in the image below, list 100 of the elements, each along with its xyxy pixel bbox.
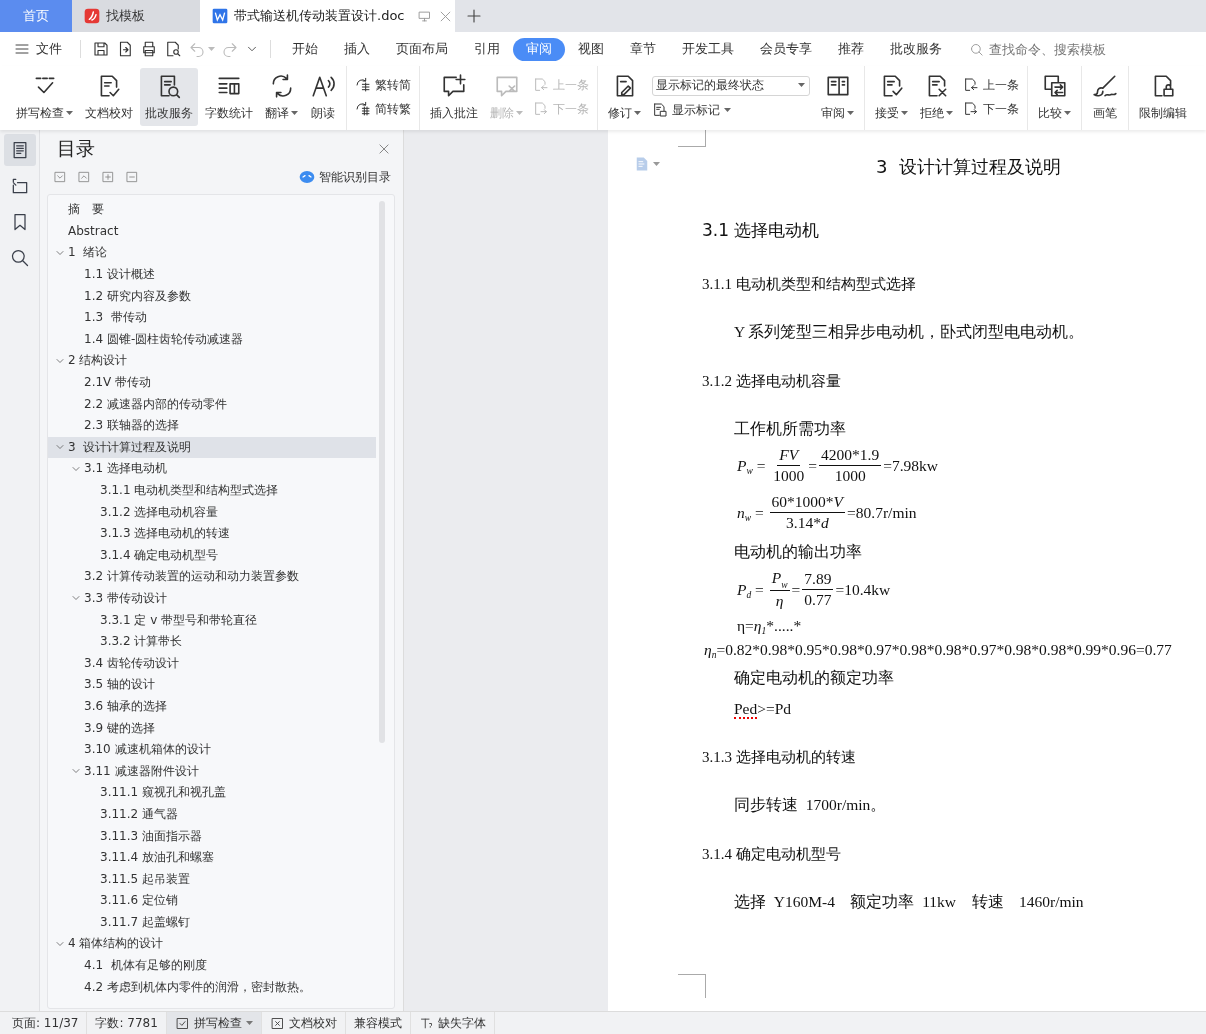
chevron-down-icon[interactable] <box>53 170 67 184</box>
paragraph: 确定电动机的额定功率 <box>734 668 895 688</box>
ribbon-tab[interactable]: 引用 <box>461 37 513 61</box>
next-icon <box>533 101 549 117</box>
save-icon <box>92 40 110 58</box>
status-text: 兼容模式 <box>345 1012 411 1034</box>
minus-icon[interactable] <box>125 170 139 184</box>
ribbon-tab[interactable]: 视图 <box>565 37 617 61</box>
outline-item[interactable]: 3.9 键的选择 <box>48 717 376 739</box>
outline-item[interactable]: 3.3 带传动设计 <box>48 587 376 610</box>
ribbon-tab[interactable]: 推荐 <box>825 37 877 61</box>
ribbon-tab[interactable]: 章节 <box>617 37 669 61</box>
outline-item[interactable]: 3.11.3 油面指示器 <box>48 825 376 847</box>
menu-icon <box>14 41 30 57</box>
outline-item[interactable]: 3.11.2 通气器 <box>48 803 376 826</box>
markup-state-dropdown[interactable]: 显示标记的最终状态 <box>652 75 810 96</box>
ribbon-button[interactable]: 接受 <box>870 68 913 126</box>
outline-item[interactable]: 3.6 轴承的选择 <box>48 695 376 718</box>
outline-item[interactable]: 3.11.5 起吊装置 <box>48 868 376 890</box>
tab[interactable]: 带式输送机传动装置设计.doc <box>200 0 455 32</box>
outline-item[interactable]: 1.1 设计概述 <box>48 263 376 286</box>
outline-item[interactable]: 3.11.7 起盖螺钉 <box>48 911 376 934</box>
outline-item[interactable]: 2 结构设计 <box>48 350 376 372</box>
outline-item[interactable]: 3.11.6 定位销 <box>48 890 376 912</box>
tab-label: 带式输送机传动装置设计.doc <box>234 7 405 25</box>
ribbon-button[interactable]: 比较 <box>1033 68 1076 126</box>
ribbon-tab[interactable]: 批改服务 <box>877 37 955 61</box>
ribbon-button[interactable]: 画笔 <box>1087 68 1123 126</box>
undo-icon <box>188 40 206 58</box>
outline-item[interactable]: 3.2 计算传动装置的运动和动力装置参数 <box>48 566 376 588</box>
chevron-up-icon[interactable] <box>77 170 91 184</box>
ribbon-button[interactable]: 下一条 <box>963 100 1019 118</box>
outline-item[interactable]: Abstract <box>48 220 376 243</box>
ribbon-button[interactable]: 翻译 <box>260 68 303 126</box>
outline-item[interactable]: 4.2 考虑到机体内零件的润滑，密封散热。 <box>48 976 376 998</box>
outline-item[interactable]: 2.3 联轴器的选择 <box>48 414 376 437</box>
outline-item[interactable]: 3.11.4 放油孔和螺塞 <box>48 846 376 869</box>
close-icon <box>377 142 391 156</box>
markup-icon <box>652 102 668 118</box>
ribbon-tab[interactable]: 页面布局 <box>383 37 461 61</box>
status-button[interactable]: 文档校对 <box>261 1012 346 1034</box>
sidebar-tab[interactable] <box>3 134 36 166</box>
close-button[interactable] <box>377 142 391 156</box>
smart-toc-button[interactable]: 智能识别目录 <box>299 168 391 186</box>
ribbon-button[interactable]: 批改服务 <box>140 68 198 126</box>
outline-item[interactable]: 3.4 齿轮传动设计 <box>48 652 376 675</box>
ribbon-tab[interactable]: 插入 <box>331 37 383 61</box>
outline-item[interactable]: 1 绪论 <box>48 242 376 264</box>
document-icon <box>212 8 228 24</box>
outline-item[interactable]: 2.1V 带传动 <box>48 371 376 394</box>
paragraph-menu-button[interactable] <box>635 157 660 171</box>
ribbon-button[interactable]: 修订 <box>603 68 646 126</box>
outline-item[interactable]: 4 箱体结构的设计 <box>48 933 376 955</box>
outline-item[interactable]: 3.1 选择电动机 <box>48 458 376 480</box>
outline-item[interactable]: 4.1 机体有足够的刚度 <box>48 954 376 977</box>
logo-icon <box>84 8 100 24</box>
outline-item[interactable]: 1.3 带传动 <box>48 306 376 329</box>
ribbon-button[interactable]: 字数统计 <box>200 68 258 126</box>
outline-item[interactable]: 3.10 减速机箱体的设计 <box>48 738 376 761</box>
outline-item[interactable]: 3.5 轴的设计 <box>48 674 376 696</box>
document-icon <box>635 157 649 171</box>
outline-item[interactable]: 3.11 减速器附件设计 <box>48 760 376 783</box>
outline-item[interactable]: 1.2 研究内容及参数 <box>48 285 376 307</box>
ribbon-button[interactable]: 限制编辑 <box>1134 68 1192 126</box>
status-button[interactable]: 缺失字体 <box>410 1012 495 1034</box>
ribbon-tab[interactable]: 开始 <box>279 37 331 61</box>
outline-item[interactable]: 2.2 减速器内部的传动零件 <box>48 393 376 415</box>
search-field[interactable]: 查找命令、搜索模板 <box>969 40 1131 58</box>
ribbon-button[interactable]: 朗读 <box>305 68 341 126</box>
caret-icon <box>847 110 854 116</box>
comment-plus-icon <box>441 72 467 99</box>
outline-item[interactable]: 3.1.3 选择电动机的转速 <box>48 522 376 545</box>
ribbon-button[interactable]: 拒绝 <box>915 68 958 126</box>
tab-label: 首页 <box>23 7 49 25</box>
outline-item[interactable]: 3.11.1 窥视孔和视孔盖 <box>48 782 376 804</box>
ribbon-button[interactable]: 拼写检查 <box>11 68 78 126</box>
outline-item[interactable]: 3.3.1 定 v 带型号和带轮直径 <box>48 609 376 631</box>
outline-item[interactable]: 3.1.2 选择电动机容量 <box>48 501 376 523</box>
ribbon-tab[interactable]: 会员专享 <box>747 37 825 61</box>
ribbon-button[interactable]: 审阅 <box>816 68 859 126</box>
ribbon-tab[interactable]: 开发工具 <box>669 37 747 61</box>
ribbon-button[interactable]: 显示标记 <box>652 101 810 119</box>
outline-item[interactable]: 3.3.2 计算带长 <box>48 630 376 653</box>
ribbon-button[interactable]: 简转繁 <box>355 100 411 118</box>
ribbon-button[interactable]: 文档校对 <box>80 68 138 126</box>
tab[interactable]: 找模板 <box>72 0 200 32</box>
file-menu-button[interactable]: 文件 <box>14 40 62 58</box>
outline-item[interactable]: 3.1.4 确定电动机型号 <box>48 544 376 567</box>
ribbon-button[interactable]: 繁转简 <box>355 76 411 94</box>
plus-icon[interactable] <box>101 170 115 184</box>
caret-icon <box>208 46 215 52</box>
outline-item[interactable]: 3.1.1 电动机类型和结构型式选择 <box>48 479 376 502</box>
previous-icon <box>533 77 549 93</box>
outline-item[interactable]: 摘 要 <box>48 199 376 221</box>
subsection-heading: 3.1.2 选择电动机容量 <box>702 372 842 391</box>
ribbon-button[interactable]: 上一条 <box>963 76 1019 94</box>
outline-item[interactable]: 3 设计计算过程及说明 <box>48 436 376 459</box>
spell-check-toggle[interactable]: 拼写检查 <box>166 1012 262 1034</box>
outline-item[interactable]: 1.4 圆锥-圆柱齿轮传动减速器 <box>48 328 376 351</box>
ribbon-button[interactable]: 插入批注 <box>425 68 483 126</box>
